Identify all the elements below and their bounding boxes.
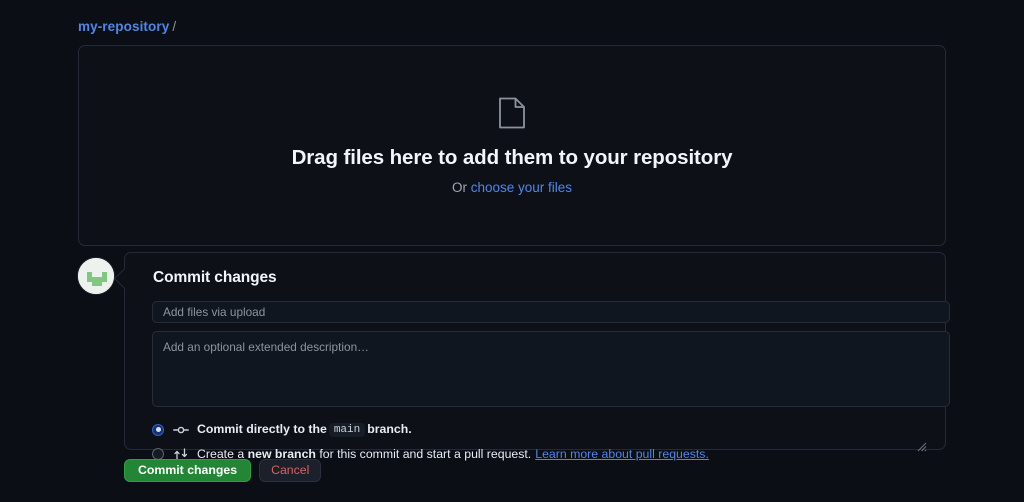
commit-description-textarea[interactable] bbox=[152, 331, 950, 407]
form-actions: Commit changes Cancel bbox=[124, 459, 322, 482]
commit-changes-panel: Commit changes Commit directly to themai… bbox=[124, 252, 950, 461]
breadcrumb-separator: / bbox=[172, 19, 177, 34]
dropzone-sub-prefix: Or bbox=[451, 179, 471, 195]
radio-create-branch[interactable] bbox=[152, 447, 164, 460]
file-icon bbox=[499, 97, 525, 129]
upload-files-page: my-repository / Drag files here to add th… bbox=[0, 0, 1024, 502]
commit-directly-text-after: branch. bbox=[367, 422, 412, 436]
radio-commit-directly[interactable] bbox=[152, 423, 164, 436]
commit-changes-button[interactable]: Commit changes bbox=[124, 459, 252, 482]
commit-panel-title: Commit changes bbox=[153, 269, 277, 286]
learn-more-pull-requests-link[interactable]: Learn more about pull requests. bbox=[535, 447, 709, 461]
dropzone-subtitle: Or choose your files bbox=[452, 180, 572, 195]
file-dropzone[interactable]: Drag files here to add them to your repo… bbox=[78, 45, 946, 246]
dropzone-title: Drag files here to add them to your repo… bbox=[291, 145, 733, 169]
commit-summary-input[interactable] bbox=[152, 301, 950, 323]
create-branch-text-after: for this commit and start a pull request… bbox=[319, 446, 532, 461]
branch-name-badge: main bbox=[328, 423, 366, 437]
breadcrumb: my-repository / bbox=[78, 19, 176, 34]
cancel-button[interactable]: Cancel bbox=[259, 459, 322, 482]
commit-directly-text: Commit directly to the bbox=[197, 422, 327, 436]
avatar bbox=[77, 257, 115, 295]
git-commit-icon bbox=[173, 422, 189, 438]
breadcrumb-repo-link[interactable]: my-repository bbox=[78, 19, 169, 34]
branch-options: Commit directly to the main branch. Create… bbox=[152, 420, 929, 463]
option-commit-directly-label: Commit directly to the main branch. bbox=[197, 422, 412, 437]
choose-files-link[interactable]: choose your files bbox=[471, 180, 572, 195]
option-commit-directly[interactable]: Commit directly to the main branch. bbox=[152, 420, 929, 439]
